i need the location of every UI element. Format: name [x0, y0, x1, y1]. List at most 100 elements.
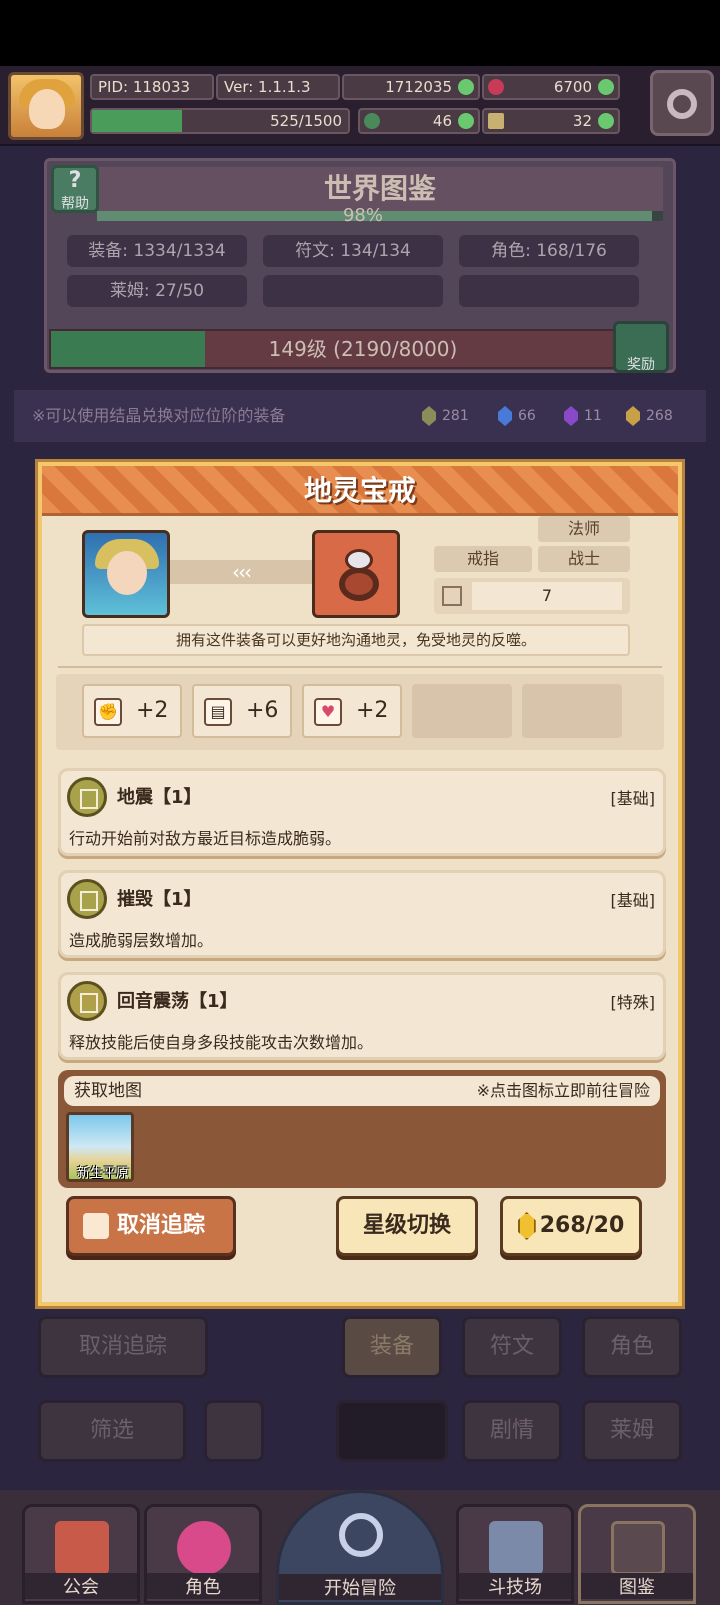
nav-codex[interactable]: 图鉴 [578, 1504, 696, 1604]
map-name: 新生平原 [76, 1166, 129, 1181]
skill-text: 行动开始前对敌方最近目标造成脆弱。 [69, 829, 342, 848]
crystal-count-4: 268 [626, 406, 673, 426]
skill-card: 摧毁【1】 [基础] 造成脆弱层数增加。 [58, 870, 666, 958]
skill-name: 摧毁【1】 [117, 889, 202, 910]
crystal-count-1: 281 [422, 406, 469, 426]
hammer-counter: 32 [482, 108, 620, 134]
bottom-navigation: 公会 角色 开始冒险 斗技场 图鉴 [0, 1490, 720, 1605]
attr-value: +2 [136, 698, 169, 723]
nav-label: 角色 [147, 1573, 259, 1599]
map-thumbnail[interactable]: 新生平原 [66, 1112, 134, 1182]
bg-refresh-button [204, 1400, 264, 1462]
system-status-bar [0, 0, 720, 66]
reward-label: 奖励 [627, 357, 655, 373]
player-info: PID: 118033 Ver: 1.1.1.3 1712035 6700 52… [90, 72, 636, 138]
skill-name: 回音震荡【1】 [117, 991, 238, 1012]
crystal-icon [564, 406, 578, 426]
codex-icon [611, 1521, 665, 1575]
map-title: 获取地图 [74, 1081, 142, 1101]
magnifier-icon [339, 1513, 383, 1557]
clover-value: 46 [432, 112, 452, 130]
clover-icon [364, 113, 380, 129]
nav-label: 开始冒险 [279, 1574, 441, 1600]
exchange-button[interactable]: 268/20 [500, 1196, 642, 1256]
codex-panel: 世界图鉴 ? 帮助 98% 装备: 1334/1334 符文: 134/134 角… [44, 158, 676, 373]
type-tag: 戒指 [434, 546, 532, 572]
pid-label: PID: 118033 [90, 74, 214, 100]
bg-filter-button: 筛选 [38, 1400, 186, 1462]
item-count: 7 [472, 582, 622, 610]
attr-empty [522, 684, 622, 738]
crystal-icon [626, 406, 640, 426]
gem-counter: 6700 [482, 74, 620, 100]
stat-equip: 装备: 1334/1334 [67, 235, 247, 267]
player-avatar[interactable] [8, 72, 84, 140]
nav-start-adventure[interactable]: 开始冒险 [276, 1490, 444, 1605]
attribute-row: ✊ +2 ▤ +6 ♥ +2 [56, 674, 664, 750]
map-tip: ※点击图标立即前往冒险 [476, 1081, 650, 1100]
reward-button[interactable]: 奖励 [613, 321, 669, 373]
nav-label: 公会 [25, 1573, 137, 1599]
cost-label: 268/20 [539, 1213, 625, 1238]
gear-icon [667, 89, 697, 119]
skill-kind: [基础] [610, 891, 656, 910]
plus-icon[interactable] [598, 113, 614, 129]
guild-icon [55, 1521, 109, 1575]
crystal-icon [422, 406, 436, 426]
attr-value: +6 [246, 698, 279, 723]
stamina-value: 525/1500 [270, 112, 342, 130]
skill-kind: [基础] [610, 789, 656, 808]
class-tag-mage: 法师 [538, 516, 630, 542]
bg-tab-equip: 装备 [342, 1316, 442, 1378]
star-switch-button[interactable]: 星级切换 [336, 1196, 478, 1256]
swords-icon [489, 1521, 543, 1575]
ring-icon [312, 530, 400, 618]
plus-icon[interactable] [598, 79, 614, 95]
attr-vitality: ♥ +2 [302, 684, 402, 738]
stamina-fill [92, 110, 182, 132]
skill-icon [67, 879, 107, 919]
book-icon: ▤ [204, 698, 232, 726]
nav-guild[interactable]: 公会 [22, 1504, 140, 1604]
map-source-panel: 获取地图 ※点击图标立即前往冒险 新生平原 [58, 1070, 666, 1188]
dialog-header: 地灵宝戒 [42, 466, 678, 516]
bg-tab-rune: 符文 [462, 1316, 562, 1378]
gem-value: 6700 [553, 78, 592, 96]
plus-icon[interactable] [458, 79, 474, 95]
crystal-value: 66 [518, 408, 536, 424]
nav-label: 图鉴 [581, 1573, 693, 1599]
hammer-value: 32 [572, 112, 592, 130]
item-description: 拥有这件装备可以更好地沟通地灵，免受地灵的反噬。 [82, 624, 630, 656]
attr-empty [412, 684, 512, 738]
top-resource-bar: PID: 118033 Ver: 1.1.1.3 1712035 6700 52… [0, 66, 720, 146]
plus-icon[interactable] [458, 113, 474, 129]
crystal-icon [498, 406, 512, 426]
skill-card: 地震【1】 [基础] 行动开始前对敌方最近目标造成脆弱。 [58, 768, 666, 856]
settings-button[interactable] [650, 70, 714, 136]
stat-role: 角色: 168/176 [459, 235, 639, 267]
heart-icon: ♥ [314, 698, 342, 726]
gem-icon [488, 79, 504, 95]
class-tag-warrior: 战士 [538, 546, 630, 572]
map-header: 获取地图 ※点击图标立即前往冒险 [64, 1076, 660, 1106]
grid-icon [442, 586, 462, 606]
nav-arena[interactable]: 斗技场 [456, 1504, 574, 1604]
fist-icon: ✊ [94, 698, 122, 726]
gold-counter: 1712035 [342, 74, 480, 100]
thumb-icon [83, 1213, 109, 1239]
bg-untrack-button: 取消追踪 [38, 1316, 208, 1378]
hero-portrait[interactable] [82, 530, 170, 618]
skill-icon [67, 777, 107, 817]
hammer-icon [488, 113, 504, 129]
crystal-count-3: 11 [564, 406, 602, 426]
crystal-bar: ※可以使用结晶兑换对应位阶的装备 281 66 11 268 [14, 390, 706, 442]
skill-kind: [特殊] [610, 993, 656, 1012]
attr-intellect: ▤ +6 [192, 684, 292, 738]
clover-counter: 46 [358, 108, 480, 134]
bg-tab-role: 角色 [582, 1316, 682, 1378]
version-label: Ver: 1.1.1.3 [216, 74, 340, 100]
attr-strength: ✊ +2 [82, 684, 182, 738]
nav-role[interactable]: 角色 [144, 1504, 262, 1604]
untrack-button[interactable]: 取消追踪 [66, 1196, 236, 1256]
stat-empty [263, 275, 443, 307]
